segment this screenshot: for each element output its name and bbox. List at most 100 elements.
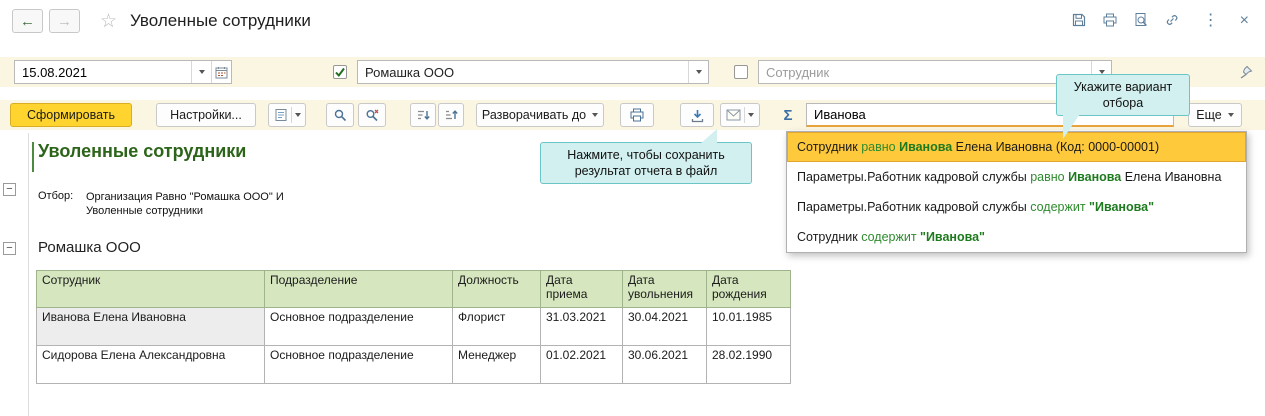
report-variants-button[interactable]	[268, 103, 306, 127]
group-title: Ромашка ООО	[38, 239, 141, 256]
more-button[interactable]: Еще	[1188, 103, 1242, 127]
dropdown-item-segment: Параметры.Работник кадровой службы	[797, 170, 1031, 184]
table-cell[interactable]: 30.06.2021	[622, 345, 707, 384]
find-button[interactable]	[326, 103, 354, 127]
date-input[interactable]	[15, 61, 191, 83]
table-cell[interactable]: 31.03.2021	[540, 307, 623, 346]
column-header[interactable]: Дата увольнения	[622, 270, 707, 308]
dropdown-item-segment: содержит	[1030, 200, 1090, 214]
variant-tooltip-line: отбора	[1102, 96, 1144, 110]
dropdown-item-segment: Параметры.Работник кадровой службы	[797, 200, 1031, 214]
dropdown-item-segment: Иванова	[1068, 170, 1122, 184]
chevron-down-icon	[695, 70, 702, 74]
table-cell[interactable]: Флорист	[452, 307, 541, 346]
org-combo[interactable]: Ромашка ООО	[357, 60, 709, 84]
dropdown-item-segment: Сотрудник	[797, 140, 862, 154]
column-header[interactable]: Должность	[452, 270, 541, 308]
dropdown-item-segment: Елена Ивановна	[1121, 170, 1222, 184]
dropdown-item[interactable]: Параметры.Работник кадровой службы равно…	[787, 162, 1246, 192]
report-table-header-row: Сотрудник Подразделение Должность Дата прие…	[36, 270, 791, 308]
selection-line: Организация Равно "Ромашка ООО" И	[86, 191, 284, 203]
save-tooltip-line: Нажмите, чтобы сохранить	[567, 148, 725, 162]
expand-to-button[interactable]: Разворачивать до	[476, 103, 604, 127]
print-button[interactable]	[620, 103, 654, 127]
pin-icon	[1240, 65, 1253, 79]
variant-tooltip-line: Укажите вариант	[1073, 80, 1173, 94]
column-header[interactable]: Дата рождения	[706, 270, 791, 308]
collapse-group-button[interactable]: −	[3, 183, 16, 196]
table-cell[interactable]: Менеджер	[452, 345, 541, 384]
dropdown-item[interactable]: Сотрудник равно Иванова Елена Ивановна (…	[787, 132, 1246, 162]
dropdown-item[interactable]: Параметры.Работник кадровой службы содер…	[787, 192, 1246, 222]
column-header[interactable]: Подразделение	[264, 270, 453, 308]
chevron-down-icon	[294, 113, 301, 117]
table-row: Сидорова Елена Александровна Основное под…	[36, 345, 791, 384]
dropdown-item-segment: равно	[1030, 170, 1069, 184]
dropdown-item-segment: Иванова	[899, 140, 953, 154]
calendar-icon	[215, 66, 228, 78]
table-cell[interactable]: Основное подразделение	[264, 345, 453, 384]
send-by-email-button[interactable]	[720, 103, 760, 127]
table-cell[interactable]: 01.02.2021	[540, 345, 623, 384]
org-combo-value: Ромашка ООО	[365, 64, 455, 80]
titlebar-actions: ⋮ ×	[1071, 12, 1253, 31]
table-cell[interactable]: Основное подразделение	[264, 307, 453, 346]
table-row: Иванова Елена Ивановна Основное подраздел…	[36, 307, 791, 346]
find-in-page-icon[interactable]	[1133, 12, 1149, 31]
cancel-search-icon	[366, 109, 379, 122]
save-tooltip-line: результат отчета в файл	[574, 164, 718, 178]
collapse-group-button[interactable]: −	[3, 242, 16, 255]
find-icon	[334, 109, 347, 122]
org-combo-dropdown-button[interactable]	[688, 61, 708, 83]
settings-button[interactable]: Настройки...	[156, 103, 256, 127]
generate-button[interactable]: Сформировать	[10, 103, 132, 127]
date-dropdown-button[interactable]	[191, 61, 211, 83]
save-icon[interactable]	[1071, 12, 1087, 31]
calendar-button[interactable]	[211, 61, 231, 83]
column-header[interactable]: Дата приема	[540, 270, 623, 308]
favorite-star-icon[interactable]: ☆	[100, 10, 117, 33]
page-title: Уволенные сотрудники	[130, 11, 311, 30]
more-button-label: Еще	[1196, 108, 1222, 122]
column-header[interactable]: Сотрудник	[36, 270, 265, 308]
close-icon[interactable]: ×	[1240, 13, 1249, 29]
chevron-down-icon	[748, 113, 754, 117]
table-cell[interactable]: 28.02.1990	[706, 345, 791, 384]
sort-desc-button[interactable]	[438, 103, 464, 127]
table-cell[interactable]: 10.01.1985	[706, 307, 791, 346]
dropdown-item-segment: Сотрудник	[797, 230, 862, 244]
dropdown-item-segment: "Иванова"	[920, 230, 985, 244]
app-window: ← → ☆ Уволенные сотрудники ⋮ × Ромашка О…	[0, 0, 1265, 416]
more-menu-icon[interactable]: ⋮	[1203, 13, 1219, 29]
dropdown-item-segment: Елена Ивановна (Код: 0000-00001)	[952, 140, 1160, 154]
chevron-down-icon	[1227, 113, 1234, 117]
report-title: Уволенные сотрудники	[38, 141, 247, 161]
save-tooltip: Нажмите, чтобы сохранить результат отчет…	[540, 129, 752, 184]
report-table: Сотрудник Подразделение Должность Дата прие…	[36, 270, 791, 384]
forward-button[interactable]: →	[49, 9, 80, 33]
search-variant-dropdown: Сотрудник равно Иванова Елена Ивановна (…	[786, 131, 1247, 253]
report-variants-icon	[275, 109, 286, 121]
table-cell[interactable]: 30.04.2021	[622, 307, 707, 346]
save-to-file-button[interactable]	[680, 103, 714, 127]
variant-tooltip: Укажите вариант отбора	[1056, 74, 1190, 139]
check-icon	[335, 67, 345, 78]
cancel-search-button[interactable]	[358, 103, 386, 127]
sort-asc-button[interactable]	[410, 103, 436, 127]
dropdown-item[interactable]: Сотрудник содержит "Иванова"	[787, 222, 1246, 252]
sheet-left-border	[28, 133, 29, 416]
sum-button[interactable]: Σ	[776, 103, 800, 127]
chevron-down-icon	[198, 70, 205, 74]
dropdown-item-segment: содержит	[861, 230, 921, 244]
back-button[interactable]: ←	[12, 9, 43, 33]
date-field	[14, 60, 232, 84]
print-icon[interactable]	[1102, 12, 1118, 31]
table-cell[interactable]: Сидорова Елена Александровна	[36, 345, 265, 384]
back-arrow-icon: ←	[20, 12, 35, 30]
table-cell[interactable]: Иванова Елена Ивановна	[36, 307, 265, 346]
forward-arrow-icon: →	[57, 12, 72, 30]
employee-filter-checkbox[interactable]	[734, 65, 748, 79]
org-filter-checkbox[interactable]	[333, 65, 347, 79]
link-icon[interactable]	[1164, 12, 1180, 31]
pin-settings-button[interactable]	[1239, 65, 1253, 82]
